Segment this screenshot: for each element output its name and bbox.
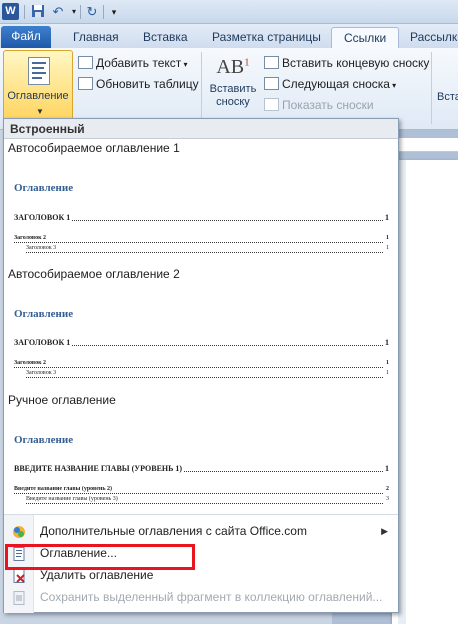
separator [24,5,25,19]
next-footnote-button[interactable]: Следующая сноска ▾ [264,75,396,93]
gallery-item-auto-toc-1[interactable]: Автособираемое оглавление 1 Оглавление З… [4,141,398,265]
insert-citation-button-cut[interactable]: Вста [437,88,458,106]
insert-endnote-label: Вставить концевую сноску [282,56,430,70]
chevron-down-icon: ▾ [181,60,188,69]
toc-preview-heading: Оглавление [14,434,74,446]
tab-home[interactable]: Главная [73,27,119,48]
toc-preview-line: ВВЕДИТЕ НАЗВАНИЕ ГЛАВЫ (УРОВЕНЬ 1) 1 [14,464,389,473]
tab-insert[interactable]: Вставка [143,27,188,48]
red-highlight-box [5,544,195,570]
toc-preview-line: Введите название главы (уровень 2) 2 [14,486,389,496]
show-notes-button[interactable]: Показать сноски [264,96,374,114]
toc-button[interactable]: Оглавление ▼ [3,50,73,122]
vertical-ruler [398,160,406,624]
toc-preview-heading: Оглавление [14,308,74,320]
footnote-icon: AB1 [216,56,250,78]
update-table-icon [78,77,93,90]
chevron-down-icon: ▾ [389,81,397,90]
toc-preview-line: Заголовок 21 [14,360,389,370]
update-table-label: Обновить таблицу [96,77,199,91]
endnote-icon [264,56,279,69]
toc-preview-line: ЗАГОЛОВОК 11 [14,338,389,347]
toc-preview-heading: Оглавление [14,182,74,194]
toc-preview-line: Заголовок 21 [14,235,389,245]
add-text-button[interactable]: Добавить текст ▾ [78,54,188,72]
gallery-item-auto-toc-2[interactable]: Автособираемое оглавление 2 Оглавление З… [4,267,398,391]
add-text-label: Добавить текст [96,56,182,70]
more-online-tocs-item[interactable]: Дополнительные оглавления с сайта Office… [4,520,398,542]
more-online-label: Дополнительные оглавления с сайта Office… [40,524,307,538]
toc-preview-line: ЗАГОЛОВОК 11 [14,213,389,222]
update-table-button[interactable]: Обновить таблицу [78,75,199,93]
save-icon[interactable] [30,4,46,20]
remove-toc-label: Удалить оглавление [40,568,154,582]
show-notes-label: Показать сноски [282,98,374,112]
toc-preview-line: Заголовок 31 [26,370,389,380]
show-notes-icon [264,98,279,111]
gallery-header: Встроенный [4,119,398,139]
gallery-item-title: Автособираемое оглавление 2 [8,267,180,281]
menu-divider [4,514,398,515]
separator [80,5,81,19]
redo-icon[interactable]: ↻ [84,4,100,20]
ribbon-tabs: Файл Главная Вставка Разметка страницы С… [0,24,458,48]
insert-footnote-label-line2: сноску [216,96,250,108]
toc-dropdown-menu: Встроенный Автособираемое оглавление 1 О… [3,118,399,613]
remove-toc-icon [12,568,26,583]
group-separator [201,52,202,124]
office-online-icon [12,524,26,538]
submenu-arrow-icon: ▶ [381,526,388,536]
word-app-icon[interactable]: W [2,3,19,20]
toc-icon [28,57,50,85]
save-to-gallery-icon [12,590,26,605]
insert-footnote-label-line1: Вставить [209,83,257,95]
save-selection-label: Сохранить выделенный фрагмент в коллекци… [40,590,383,604]
tab-file[interactable]: Файл [1,26,51,48]
save-selection-to-gallery-item[interactable]: Сохранить выделенный фрагмент в коллекци… [4,586,398,608]
undo-icon[interactable]: ↶ [50,4,66,20]
tab-page-layout[interactable]: Разметка страницы [212,27,321,48]
gallery-item-title: Автособираемое оглавление 1 [8,141,180,155]
gallery-item-title: Ручное оглавление [8,393,116,407]
group-separator [431,52,432,124]
toc-button-label: Оглавление [7,90,69,102]
add-text-icon [78,56,93,69]
separator [103,5,104,19]
tab-references[interactable]: Ссылки [331,27,400,48]
chevron-down-icon: ▼ [36,107,44,116]
next-footnote-label: Следующая сноска [282,77,390,91]
tab-mailings[interactable]: Рассылки [410,27,458,48]
insert-footnote-button[interactable]: AB1 Вставить сноску [205,52,261,124]
next-footnote-icon [264,77,279,90]
insert-endnote-button[interactable]: Вставить концевую сноску [264,54,429,72]
quick-access-toolbar: W ↶ ▾ ↻ ▾ [0,0,458,24]
customize-toolbar-icon[interactable]: ▾ [106,4,122,20]
toc-preview-line: Заголовок 31 [26,245,389,255]
gallery-item-manual-toc[interactable]: Ручное оглавление Оглавление ВВЕДИТЕ НАЗ… [4,393,398,513]
toc-preview-line: Введите название главы (уровень 3) 3 [26,496,389,506]
